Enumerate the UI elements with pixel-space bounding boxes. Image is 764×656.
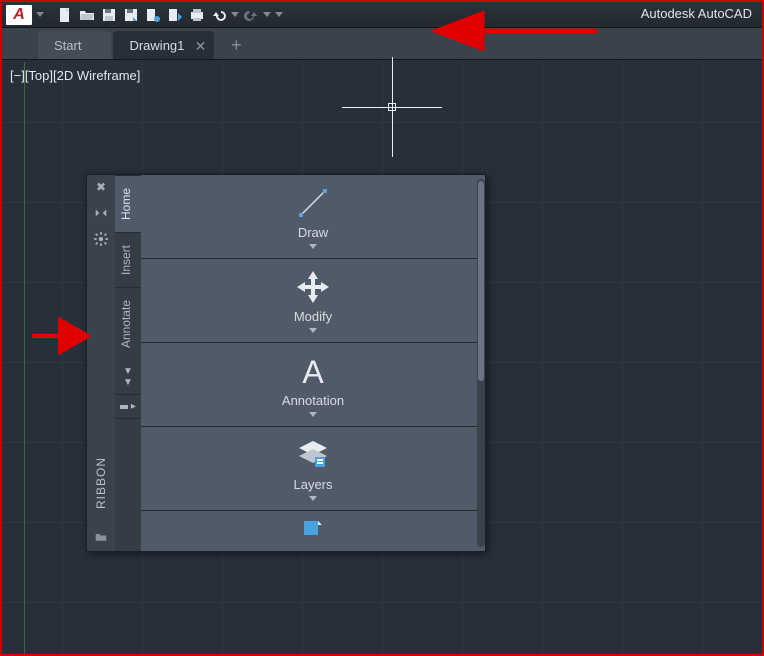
block-icon [302,517,324,539]
palette-folder-icon[interactable] [93,529,109,545]
scrollbar-thumb[interactable] [478,181,484,381]
palette-dock-icon[interactable] [93,205,109,221]
ribbon-tabs: Home Insert Annotate ▼▼ ▸ [115,175,141,551]
annotation-arrow-left [30,314,90,358]
ribbon-tabs-more-icon[interactable]: ▼▼ [115,360,141,395]
palette-title: RIBBON [94,457,108,509]
panel-annotation-expander-icon[interactable] [309,412,317,417]
panel-modify[interactable]: Modify [141,259,485,343]
save-as-button[interactable] [120,5,142,25]
save-button[interactable] [98,5,120,25]
panel-draw-expander-icon[interactable] [309,244,317,249]
redo-button[interactable] [240,5,262,25]
app-menu-dropdown-icon[interactable] [36,12,44,17]
close-tab-button[interactable]: ✕ [195,38,207,55]
tab-start[interactable]: Start [38,31,111,59]
title-bar: A Autodesk AutoCAD [2,2,762,28]
ribbon-palette: ✖ RIBBON Home Insert Annotate ▼▼ ▸ Draw [86,174,486,552]
panel-modify-label: Modify [294,309,332,324]
move-icon [295,269,331,305]
ucs-y-axis [24,62,25,654]
palette-settings-icon[interactable] [93,231,109,247]
panel-annotation[interactable]: A Annotation [141,343,485,427]
panel-layers-expander-icon[interactable] [309,496,317,501]
panel-draw[interactable]: Draw [141,175,485,259]
new-tab-button[interactable]: + [224,33,248,57]
panel-layers[interactable]: Layers [141,427,485,511]
line-icon [295,185,331,221]
save-web-button[interactable] [164,5,186,25]
panel-annotation-label: Annotation [282,393,344,408]
panel-scrollbar[interactable] [477,179,485,547]
app-menu-button[interactable]: A [6,5,32,25]
tab-start-label: Start [54,38,81,53]
new-button[interactable] [54,5,76,25]
tab-drawing1-label: Drawing1 [129,38,184,53]
redo-dropdown-icon[interactable] [262,5,272,25]
tab-drawing1[interactable]: Drawing1 ✕ [113,31,214,59]
annotation-arrow-top [432,6,602,56]
palette-rail: ✖ RIBBON [87,175,115,551]
panel-modify-expander-icon[interactable] [309,328,317,333]
ribbon-panel-body: Draw Modify A Annotation Layers [141,175,485,551]
qat-customize-dropdown-icon[interactable] [272,5,286,25]
undo-dropdown-icon[interactable] [230,5,240,25]
open-button[interactable] [76,5,98,25]
svg-text:A: A [302,354,324,389]
layers-icon [295,437,331,473]
ribbon-tab-insert[interactable]: Insert [115,232,141,287]
text-icon: A [295,353,331,389]
ribbon-tabs-collapse-icon[interactable]: ▸ [115,395,141,419]
plot-button[interactable] [186,5,208,25]
app-title: Autodesk AutoCAD [641,6,752,21]
viewport-controls[interactable]: [−][Top][2D Wireframe] [10,68,140,83]
panel-layers-label: Layers [293,477,332,492]
ribbon-tab-home[interactable]: Home [115,175,141,232]
panel-next[interactable] [141,511,485,545]
document-tab-bar: Start Drawing1 ✕ + [2,28,762,60]
panel-draw-label: Draw [298,225,328,240]
open-web-button[interactable] [142,5,164,25]
quick-access-toolbar [54,5,286,25]
undo-button[interactable] [208,5,230,25]
palette-close-icon[interactable]: ✖ [93,179,109,195]
ribbon-tab-annotate[interactable]: Annotate [115,287,141,360]
